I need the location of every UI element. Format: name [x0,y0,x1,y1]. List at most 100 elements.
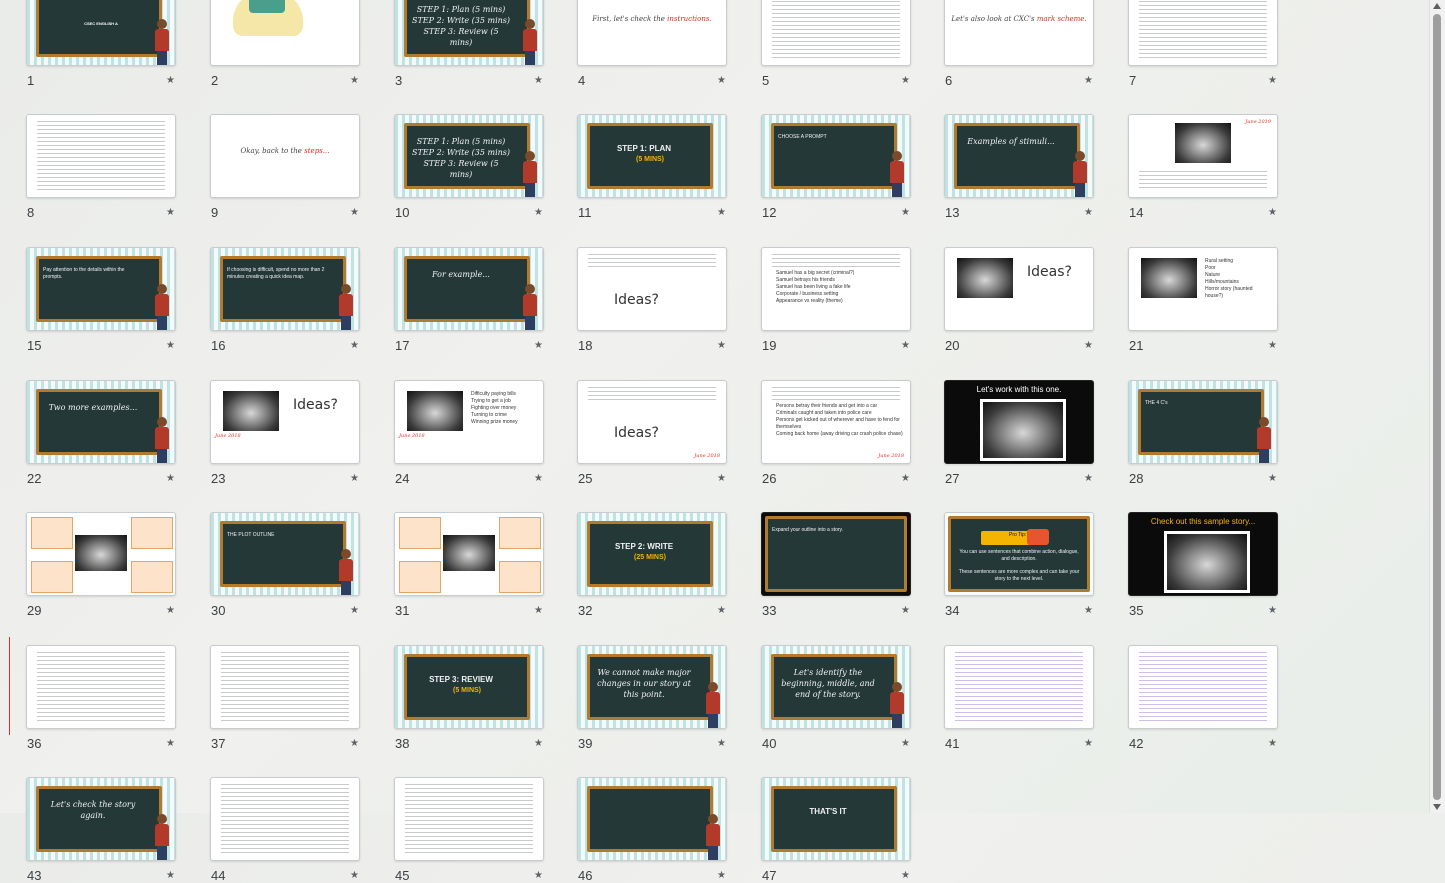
slide-thumbnail[interactable]: Persons betray their friends and get int… [761,380,911,464]
star-icon[interactable]: ★ [1084,340,1093,351]
star-icon[interactable]: ★ [1268,340,1277,351]
slide-thumbnail[interactable]: THAT'S IT [761,777,911,861]
slide-thumbnail[interactable]: THE PLOT OUTLINE [210,512,360,596]
star-icon[interactable]: ★ [901,738,910,749]
star-icon[interactable]: ★ [717,207,726,218]
star-icon[interactable]: ★ [534,75,543,86]
star-icon[interactable]: ★ [166,340,175,351]
slide-thumbnail[interactable] [577,777,727,861]
star-icon[interactable]: ★ [534,473,543,484]
slide-thumbnail[interactable]: STEP 1: Plan (5 mins) STEP 2: Write (35 … [394,0,544,66]
slide-thumbnail[interactable]: Pro Tip: You can use sentences that combi… [944,512,1094,596]
scroll-down-arrow-icon[interactable] [1433,804,1441,810]
slide-thumbnail[interactable]: June 2019 [1128,114,1278,198]
scroll-thumb[interactable] [1433,14,1441,800]
slide-thumbnail[interactable]: Okay, back to the steps... [210,114,360,198]
star-icon[interactable]: ★ [350,738,359,749]
slide-thumbnail[interactable]: Expand your outline into a story. [761,512,911,596]
slide-thumbnail[interactable] [1128,0,1278,66]
star-icon[interactable]: ★ [166,738,175,749]
slide-thumbnail[interactable] [394,777,544,861]
star-icon[interactable]: ★ [534,207,543,218]
slide-thumbnail[interactable]: STEP 1: PLAN (5 MINS) [577,114,727,198]
slide-thumbnail[interactable] [761,0,911,66]
slide-thumbnail[interactable]: Ideas? [944,247,1094,331]
star-icon[interactable]: ★ [350,207,359,218]
slide-thumbnail[interactable]: Ideas? June 2018 [577,380,727,464]
star-icon[interactable]: ★ [350,340,359,351]
star-icon[interactable]: ★ [1268,207,1277,218]
star-icon[interactable]: ★ [166,870,175,881]
slide-thumbnail[interactable]: Difficulty paying bills Trying to get a j… [394,380,544,464]
slide-thumbnail[interactable] [26,512,176,596]
star-icon[interactable]: ★ [901,605,910,616]
slide-thumbnail[interactable] [944,645,1094,729]
star-icon[interactable]: ★ [1084,207,1093,218]
star-icon[interactable]: ★ [1268,473,1277,484]
slide-thumbnail[interactable]: Let's identify the beginning, middle, an… [761,645,911,729]
slide-thumbnail[interactable]: Rural setting Poor Nature Hills/mountains Ho… [1128,247,1278,331]
slide-thumbnail[interactable]: Samuel has a big secret (criminal?) Samue… [761,247,911,331]
star-icon[interactable]: ★ [1084,738,1093,749]
star-icon[interactable]: ★ [166,75,175,86]
star-icon[interactable]: ★ [350,605,359,616]
figure-body [1073,161,1087,183]
star-icon[interactable]: ★ [717,473,726,484]
slide-thumbnail[interactable]: Ideas? [577,247,727,331]
slide-thumbnail[interactable]: WRITING A SHORT STORYCSEC ENGLISH A [26,0,176,66]
star-icon[interactable]: ★ [534,605,543,616]
star-icon[interactable]: ★ [1084,473,1093,484]
slide-thumbnail[interactable] [26,114,176,198]
slide-thumbnail[interactable] [210,0,360,66]
star-icon[interactable]: ★ [350,870,359,881]
star-icon[interactable]: ★ [717,738,726,749]
slide-thumbnail[interactable]: Examples of stimuli... [944,114,1094,198]
star-icon[interactable]: ★ [166,207,175,218]
slide-thumbnail[interactable]: If choosing is difficult, spend no more … [210,247,360,331]
star-icon[interactable]: ★ [166,605,175,616]
star-icon[interactable]: ★ [1084,605,1093,616]
star-icon[interactable]: ★ [901,473,910,484]
star-icon[interactable]: ★ [901,75,910,86]
slide-thumbnail[interactable]: We cannot make major changes in our stor… [577,645,727,729]
slide-thumbnail[interactable]: Let's check the story again. [26,777,176,861]
vertical-scrollbar[interactable] [1429,0,1445,813]
star-icon[interactable]: ★ [534,340,543,351]
star-icon[interactable]: ★ [534,738,543,749]
slide-thumbnail[interactable]: First, let's check the instructions. [577,0,727,66]
slide-thumbnail[interactable] [26,645,176,729]
slide-thumbnail[interactable]: STEP 1: Plan (5 mins) STEP 2: Write (35 … [394,114,544,198]
slide-thumbnail[interactable]: STEP 2: WRITE (25 MINS) [577,512,727,596]
slide-thumbnail[interactable]: Ideas? June 2018 [210,380,360,464]
slide-thumbnail[interactable]: For example... [394,247,544,331]
star-icon[interactable]: ★ [717,870,726,881]
star-icon[interactable]: ★ [534,870,543,881]
slide-thumbnail[interactable] [210,645,360,729]
slide-thumbnail[interactable] [210,777,360,861]
star-icon[interactable]: ★ [350,473,359,484]
slide-thumbnail[interactable]: CHOOSE A PROMPT [761,114,911,198]
figure-legs [525,183,535,197]
star-icon[interactable]: ★ [901,340,910,351]
slide-thumbnail[interactable]: Let's work with this one. [944,380,1094,464]
slide-thumbnail[interactable]: THE 4 C's [1128,380,1278,464]
star-icon[interactable]: ★ [901,207,910,218]
slide-thumbnail[interactable]: Let's also look at CXC's mark scheme. [944,0,1094,66]
star-icon[interactable]: ★ [717,75,726,86]
slide-thumbnail[interactable] [394,512,544,596]
star-icon[interactable]: ★ [1268,605,1277,616]
star-icon[interactable]: ★ [717,340,726,351]
slide-thumbnail[interactable]: STEP 3: REVIEW (5 MINS) [394,645,544,729]
star-icon[interactable]: ★ [1268,738,1277,749]
star-icon[interactable]: ★ [901,870,910,881]
slide-thumbnail[interactable] [1128,645,1278,729]
star-icon[interactable]: ★ [350,75,359,86]
star-icon[interactable]: ★ [166,473,175,484]
slide-thumbnail[interactable]: Two more examples... [26,380,176,464]
slide-thumbnail[interactable]: Check out this sample story... [1128,512,1278,596]
star-icon[interactable]: ★ [1268,75,1277,86]
scroll-up-arrow-icon[interactable] [1433,3,1441,9]
star-icon[interactable]: ★ [717,605,726,616]
slide-thumbnail[interactable]: Pay attention to the details within the … [26,247,176,331]
star-icon[interactable]: ★ [1084,75,1093,86]
